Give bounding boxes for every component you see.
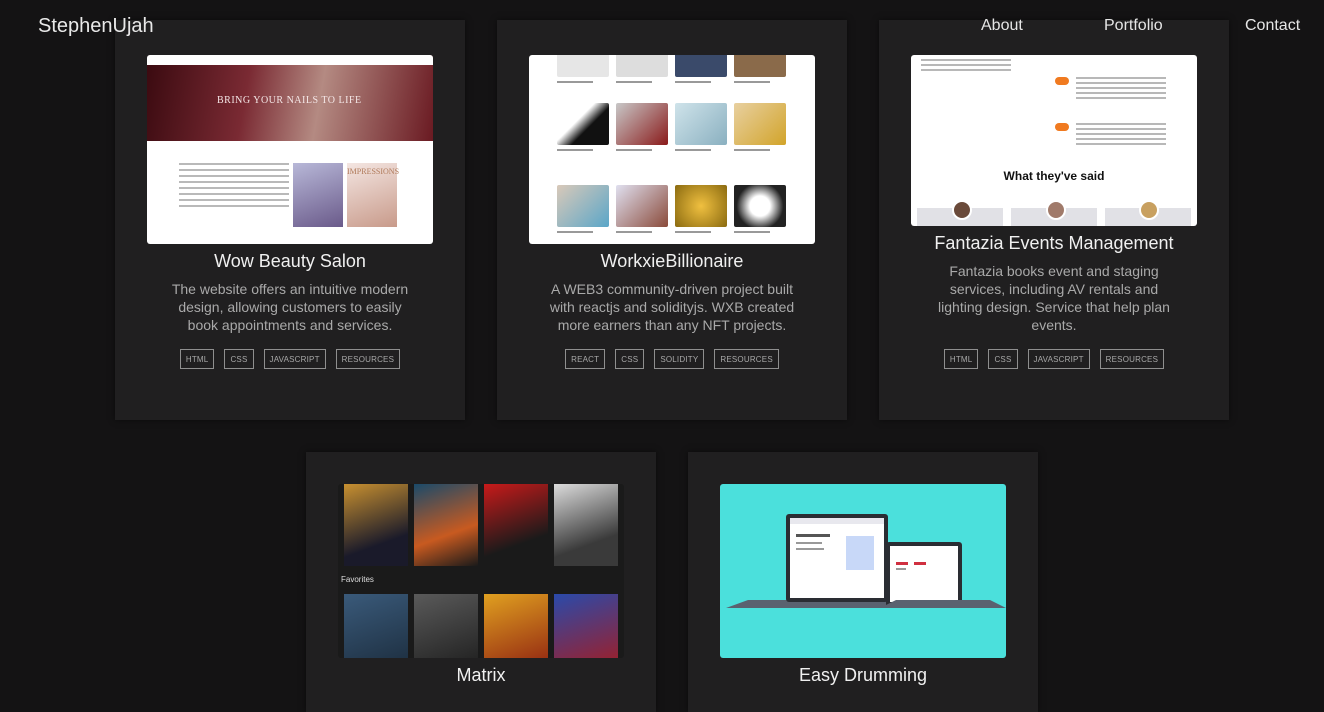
preview-text-block xyxy=(1076,77,1166,102)
project-description: A WEB3 community-driven project built wi… xyxy=(549,281,795,333)
product-tile xyxy=(616,55,668,83)
product-tile xyxy=(734,185,786,233)
tag-javascript[interactable]: JAVASCRIPT xyxy=(1027,349,1090,369)
tag-resources[interactable]: RESOURCES xyxy=(714,349,779,369)
product-tile xyxy=(557,185,609,233)
preview-text-block xyxy=(179,163,289,211)
tag-resources[interactable]: RESOURCES xyxy=(335,349,401,369)
product-tile xyxy=(675,103,727,151)
movie-poster xyxy=(554,484,618,566)
project-title: Fantazia Events Management xyxy=(934,233,1174,253)
product-tile xyxy=(734,55,786,83)
preview-text-block xyxy=(921,59,1011,74)
testimonials-heading: What they've said xyxy=(1003,169,1105,183)
movie-poster xyxy=(554,594,618,658)
nav-link-contact[interactable]: Contact xyxy=(1245,17,1300,35)
step-marker xyxy=(1055,77,1069,85)
project-card-fantazia-events[interactable]: What they've said Fantazia Events Manage… xyxy=(879,20,1229,420)
project-preview-image[interactable]: BRING YOUR NAILS TO LIFE IMPRESSIONS xyxy=(147,55,433,244)
product-tile xyxy=(616,103,668,151)
tag-solidity[interactable]: SOLIDITY xyxy=(654,349,705,369)
movie-poster xyxy=(414,594,478,658)
avatar xyxy=(952,200,972,220)
product-tile xyxy=(675,55,727,83)
tag-css[interactable]: CSS xyxy=(988,349,1018,369)
product-photo xyxy=(293,163,343,227)
project-preview-image[interactable]: What they've said xyxy=(911,55,1197,226)
tag-css[interactable]: CSS xyxy=(615,349,645,369)
avatar xyxy=(1046,200,1066,220)
top-nav: StephenUjah About Portfolio Contact xyxy=(0,0,1324,52)
project-description: Fantazia books event and staging service… xyxy=(938,263,1170,333)
project-card-workxiebillionaire[interactable]: WorkxieBillionaire A WEB3 community-driv… xyxy=(497,20,847,420)
project-title: Matrix xyxy=(456,665,506,685)
tag-react[interactable]: REACT xyxy=(565,349,606,369)
tag-list: HTML CSS JAVASCRIPT RESOURCES xyxy=(879,349,1229,369)
step-marker xyxy=(1055,123,1069,131)
movie-poster xyxy=(484,484,548,566)
nav-link-about[interactable]: About xyxy=(981,17,1023,35)
tag-list: REACT CSS SOLIDITY RESOURCES xyxy=(497,349,847,369)
movie-poster xyxy=(344,484,408,566)
product-tile xyxy=(616,185,668,233)
device-mockup-illustration xyxy=(726,514,1006,608)
product-tile xyxy=(675,185,727,233)
product-tile xyxy=(734,103,786,151)
project-card-easy-drumming[interactable]: Easy Drumming xyxy=(688,452,1038,712)
project-title: Wow Beauty Salon xyxy=(214,251,366,271)
preview-topbar xyxy=(147,55,433,65)
tag-list: HTML CSS JAVASCRIPT RESOURCES xyxy=(115,349,465,369)
avatar xyxy=(1139,200,1159,220)
project-preview-image[interactable] xyxy=(720,484,1006,658)
product-tile xyxy=(557,103,609,151)
movie-poster xyxy=(414,484,478,566)
project-title: Easy Drumming xyxy=(798,665,928,685)
brand-logo[interactable]: StephenUjah xyxy=(38,15,154,38)
movie-poster xyxy=(484,594,548,658)
tag-html[interactable]: HTML xyxy=(179,349,215,369)
preview-promo-text: IMPRESSIONS xyxy=(347,167,400,176)
movie-poster xyxy=(344,594,408,658)
project-description: The website offers an intuitive modern d… xyxy=(171,281,409,333)
tag-css[interactable]: CSS xyxy=(224,349,254,369)
project-preview-image[interactable]: Favorites xyxy=(338,484,624,658)
project-card-wow-beauty-salon[interactable]: BRING YOUR NAILS TO LIFE IMPRESSIONS Wow… xyxy=(115,20,465,420)
tag-resources[interactable]: RESOURCES xyxy=(1099,349,1165,369)
favorites-label: Favorites xyxy=(341,575,374,584)
nav-link-portfolio[interactable]: Portfolio xyxy=(1104,17,1163,35)
product-tile xyxy=(557,55,609,83)
preview-headline: BRING YOUR NAILS TO LIFE xyxy=(217,95,362,106)
project-title: WorkxieBillionaire xyxy=(600,251,744,271)
project-preview-image[interactable] xyxy=(529,55,815,244)
tag-javascript[interactable]: JAVASCRIPT xyxy=(263,349,326,369)
tag-html[interactable]: HTML xyxy=(943,349,979,369)
preview-text-block xyxy=(1076,123,1166,148)
project-card-matrix[interactable]: Favorites Matrix xyxy=(306,452,656,712)
